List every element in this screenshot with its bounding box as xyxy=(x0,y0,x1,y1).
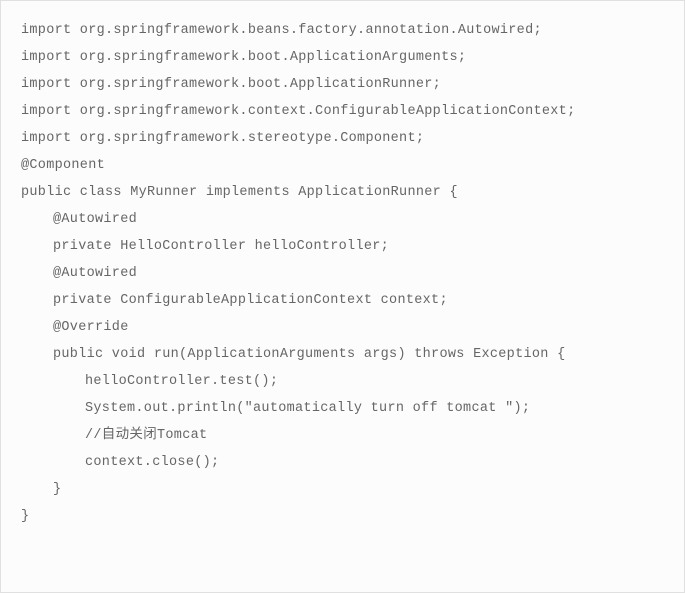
code-line: @Override xyxy=(21,314,664,341)
code-line: public void run(ApplicationArguments arg… xyxy=(21,341,664,368)
code-line: @Autowired xyxy=(21,206,664,233)
code-block: import org.springframework.beans.factory… xyxy=(0,0,685,593)
code-line: import org.springframework.boot.Applicat… xyxy=(21,44,664,71)
code-line: private ConfigurableApplicationContext c… xyxy=(21,287,664,314)
code-line: import org.springframework.stereotype.Co… xyxy=(21,125,664,152)
code-line: helloController.test(); xyxy=(21,368,664,395)
code-line: } xyxy=(21,503,664,530)
code-line: @Autowired xyxy=(21,260,664,287)
code-line: @Component xyxy=(21,152,664,179)
code-line: import org.springframework.beans.factory… xyxy=(21,17,664,44)
code-line: //自动关闭Tomcat xyxy=(21,422,664,449)
code-line: import org.springframework.context.Confi… xyxy=(21,98,664,125)
code-line: import org.springframework.boot.Applicat… xyxy=(21,71,664,98)
code-line: private HelloController helloController; xyxy=(21,233,664,260)
code-line: System.out.println("automatically turn o… xyxy=(21,395,664,422)
code-line: public class MyRunner implements Applica… xyxy=(21,179,664,206)
code-line: context.close(); xyxy=(21,449,664,476)
code-line: } xyxy=(21,476,664,503)
